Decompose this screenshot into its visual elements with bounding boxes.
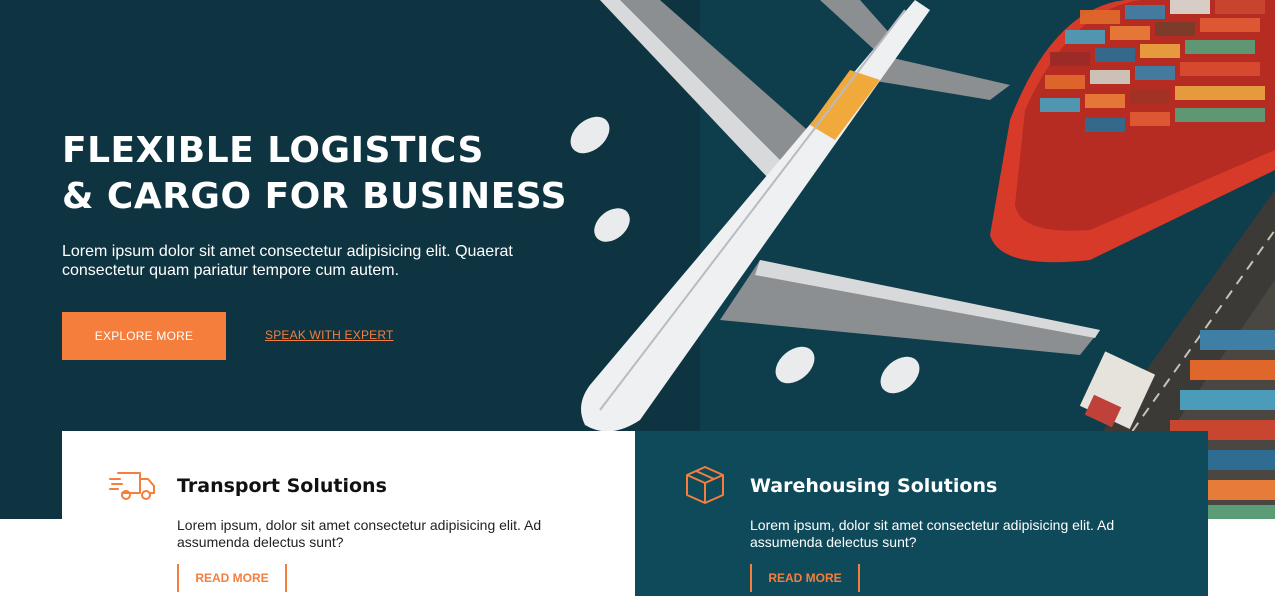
hero-title-line-1: FLEXIBLE LOGISTICS	[62, 130, 484, 171]
service-card-transport: Transport Solutions Lorem ipsum, dolor s…	[62, 431, 635, 596]
delivery-truck-icon	[109, 472, 155, 500]
service-title: Transport Solutions	[177, 475, 387, 497]
read-more-button[interactable]: READ MORE	[750, 564, 860, 592]
hero-title-line-2: & CARGO FOR BUSINESS	[62, 176, 568, 217]
service-description: Lorem ipsum, dolor sit amet consectetur …	[750, 517, 1115, 550]
read-more-button[interactable]: READ MORE	[177, 564, 287, 592]
hero-subtitle: Lorem ipsum dolor sit amet consectetur a…	[62, 243, 513, 279]
hero-title: FLEXIBLE LOGISTICS & CARGO FOR BUSINESS	[62, 128, 567, 220]
service-title: Warehousing Solutions	[750, 475, 998, 497]
box-icon	[686, 466, 724, 504]
explore-more-button[interactable]: EXPLORE MORE	[62, 312, 226, 360]
service-description: Lorem ipsum, dolor sit amet consectetur …	[177, 517, 542, 550]
speak-with-expert-link[interactable]: SPEAK WITH EXPERT	[265, 328, 394, 342]
service-card-warehousing: Warehousing Solutions Lorem ipsum, dolor…	[635, 431, 1208, 596]
